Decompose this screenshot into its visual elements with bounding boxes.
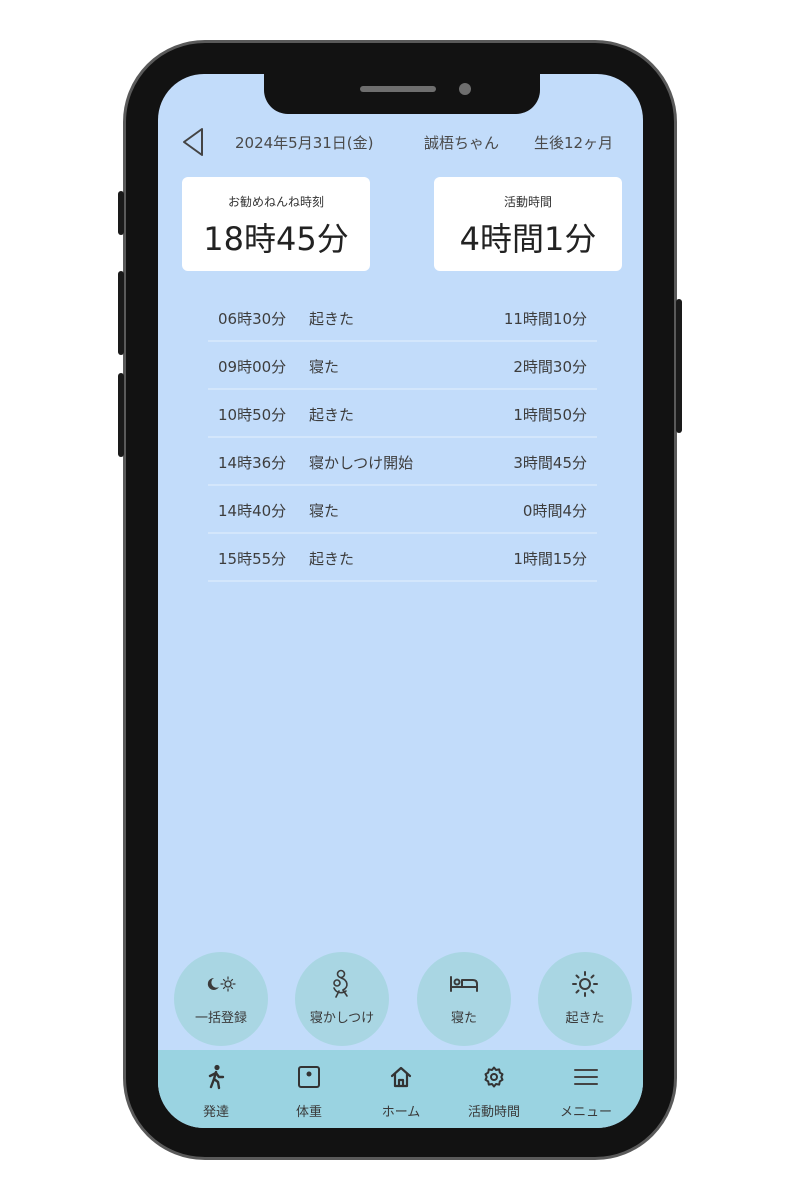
moon-sun-icon <box>207 976 236 992</box>
tab-development-label: 発達 <box>202 1105 229 1120</box>
slept-button[interactable]: 寝た <box>417 952 511 1046</box>
tab-weight[interactable]: 体重 <box>269 1050 349 1128</box>
bulk-register-button[interactable]: 一括登録 <box>174 952 268 1046</box>
log-duration: 3時間45分 <box>513 454 587 472</box>
gear-icon <box>484 1066 504 1088</box>
notch <box>264 74 540 114</box>
sun-icon <box>572 971 598 997</box>
log-row[interactable]: 10時50分 起きた 1時間50分 <box>208 390 597 438</box>
log-time: 09時00分 <box>218 358 287 376</box>
baby-holding-icon <box>333 969 348 998</box>
tab-home-label: ホーム <box>381 1105 421 1120</box>
log-duration: 1時間15分 <box>513 550 587 568</box>
tab-menu-label: メニュー <box>559 1105 612 1120</box>
log-duration: 11時間10分 <box>503 310 587 328</box>
hamburger-menu-icon <box>574 1069 598 1085</box>
soothing-label: 寝かしつけ <box>309 1011 375 1026</box>
header-child-name: 誠梧ちゃん <box>424 134 500 152</box>
mute-switch <box>118 191 124 235</box>
log-event: 起きた <box>309 406 355 424</box>
log-time: 15時55分 <box>218 550 287 568</box>
log-event: 寝かしつけ開始 <box>309 454 414 472</box>
header: 2024年5月31日(金) 誠梧ちゃん 生後12ヶ月 <box>158 126 643 160</box>
sleep-log-list: 06時30分 起きた 11時間10分 09時00分 寝た 2時間30分 10時5… <box>208 294 597 582</box>
header-age: 生後12ヶ月 <box>534 134 614 152</box>
woke-up-label: 起きた <box>565 1011 605 1026</box>
log-time: 10時50分 <box>218 406 287 424</box>
log-event: 寝た <box>309 358 340 376</box>
log-row[interactable]: 15時55分 起きた 1時間15分 <box>208 534 597 582</box>
tab-weight-label: 体重 <box>295 1105 322 1120</box>
activity-time-value: 4時間1分 <box>459 220 597 258</box>
walking-person-icon <box>208 1064 225 1090</box>
speaker-grille <box>360 86 436 92</box>
app-screen: 2024年5月31日(金) 誠梧ちゃん 生後12ヶ月 お勧めねんね時刻 18時4… <box>158 74 643 1128</box>
action-buttons: 一括登録 寝かしつけ 寝た 起きた <box>158 952 643 1048</box>
log-duration: 1時間50分 <box>513 406 587 424</box>
tab-development[interactable]: 発達 <box>176 1050 256 1128</box>
tab-home[interactable]: ホーム <box>361 1050 441 1128</box>
woke-up-button[interactable]: 起きた <box>538 952 632 1046</box>
recommended-sleep-value: 18時45分 <box>203 220 349 258</box>
log-row[interactable]: 06時30分 起きた 11時間10分 <box>208 294 597 342</box>
recommended-sleep-card: お勧めねんね時刻 18時45分 <box>182 177 370 271</box>
home-icon <box>390 1066 412 1088</box>
log-row[interactable]: 09時00分 寝た 2時間30分 <box>208 342 597 390</box>
power-button <box>676 299 682 433</box>
log-duration: 0時間4分 <box>522 502 587 520</box>
tab-activity-time-label: 活動時間 <box>467 1105 520 1120</box>
front-camera <box>459 83 471 95</box>
bed-icon <box>450 976 478 992</box>
activity-time-label: 活動時間 <box>503 195 552 209</box>
volume-up-button <box>118 271 124 355</box>
scale-icon <box>298 1066 320 1088</box>
log-duration: 2時間30分 <box>513 358 587 376</box>
activity-time-card: 活動時間 4時間1分 <box>434 177 622 271</box>
tab-activity-time[interactable]: 活動時間 <box>454 1050 534 1128</box>
log-event: 寝た <box>309 502 340 520</box>
header-date: 2024年5月31日(金) <box>235 134 374 152</box>
bulk-register-label: 一括登録 <box>194 1011 247 1026</box>
log-event: 起きた <box>309 310 355 328</box>
log-time: 14時36分 <box>218 454 287 472</box>
log-time: 06時30分 <box>218 310 287 328</box>
bottom-tab-bar: 発達 体重 ホーム 活動時間 メニュー <box>158 1050 643 1128</box>
slept-label: 寝た <box>450 1011 477 1026</box>
back-button[interactable] <box>180 126 208 158</box>
soothing-button[interactable]: 寝かしつけ <box>295 952 389 1046</box>
log-time: 14時40分 <box>218 502 287 520</box>
log-row[interactable]: 14時40分 寝た 0時間4分 <box>208 486 597 534</box>
back-triangle-icon <box>183 128 203 156</box>
recommended-sleep-label: お勧めねんね時刻 <box>227 195 324 209</box>
phone-frame: 2024年5月31日(金) 誠梧ちゃん 生後12ヶ月 お勧めねんね時刻 18時4… <box>118 40 682 1160</box>
tab-menu[interactable]: メニュー <box>546 1050 626 1128</box>
log-row[interactable]: 14時36分 寝かしつけ開始 3時間45分 <box>208 438 597 486</box>
volume-down-button <box>118 373 124 457</box>
log-event: 起きた <box>309 550 355 568</box>
